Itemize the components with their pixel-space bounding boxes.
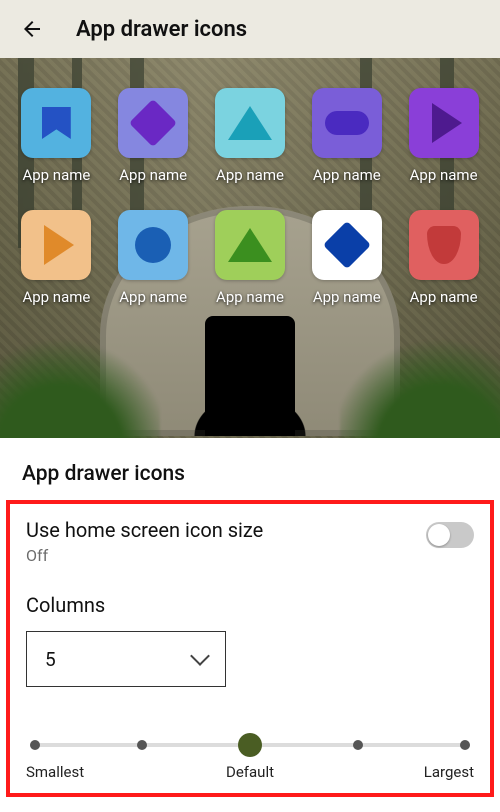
- shield-icon: [427, 226, 461, 264]
- slider-thumb[interactable]: [238, 733, 262, 757]
- diamond-icon: [323, 221, 371, 269]
- app-tile: [118, 210, 188, 280]
- setting-label: Use home screen icon size: [26, 518, 263, 542]
- app-label: App name: [410, 288, 478, 306]
- app-icon[interactable]: App name: [398, 210, 490, 306]
- columns-select[interactable]: 5: [26, 631, 226, 687]
- diamond-icon: [129, 99, 177, 147]
- app-label: App name: [216, 288, 284, 306]
- play-icon: [44, 225, 74, 265]
- arrow-left-icon: [20, 17, 44, 41]
- app-tile: [409, 210, 479, 280]
- app-label: App name: [119, 288, 187, 306]
- preview-area: App nameApp nameApp nameApp nameApp name…: [0, 58, 500, 438]
- columns-value: 5: [45, 648, 56, 671]
- app-tile: [312, 88, 382, 158]
- app-label: App name: [22, 166, 90, 184]
- setting-text: Use home screen icon size Off: [26, 518, 263, 565]
- app-tile: [118, 88, 188, 158]
- app-tile: [312, 210, 382, 280]
- slider-labels: Smallest Default Largest: [26, 763, 474, 781]
- setting-value: Off: [26, 546, 263, 565]
- app-icon[interactable]: App name: [107, 210, 199, 306]
- slider-label-mid: Default: [226, 763, 274, 781]
- slider-label-min: Smallest: [26, 763, 84, 781]
- section-title: App drawer icons: [0, 438, 500, 500]
- app-label: App name: [22, 288, 90, 306]
- app-tile: [21, 210, 91, 280]
- icon-grid: App nameApp nameApp nameApp nameApp name…: [0, 58, 500, 438]
- settings-panel: Use home screen icon size Off Columns 5 …: [6, 500, 494, 797]
- header: App drawer icons: [0, 0, 500, 58]
- setting-use-home-size[interactable]: Use home screen icon size Off: [26, 518, 474, 565]
- bookmark-icon: [38, 107, 74, 139]
- slider-label-max: Largest: [424, 763, 474, 781]
- app-label: App name: [313, 288, 381, 306]
- slider-tick: [460, 740, 470, 750]
- app-tile: [215, 88, 285, 158]
- icon-row: App name App name App name App name App name: [8, 210, 492, 306]
- pill-icon: [325, 111, 369, 135]
- app-tile: [21, 88, 91, 158]
- switch-use-home-size[interactable]: [426, 522, 474, 548]
- triangle-icon: [228, 106, 272, 140]
- app-icon[interactable]: App name: [398, 88, 490, 184]
- back-button[interactable]: [14, 11, 50, 47]
- triangle-icon: [228, 228, 272, 262]
- slider-tick: [30, 740, 40, 750]
- chevron-down-icon: [190, 646, 210, 666]
- app-icon[interactable]: App name: [107, 88, 199, 184]
- icon-size-slider[interactable]: Smallest Default Largest: [26, 727, 474, 787]
- app-label: App name: [410, 166, 478, 184]
- app-tile: [409, 88, 479, 158]
- app-icon[interactable]: App name: [204, 88, 296, 184]
- slider-tick: [353, 740, 363, 750]
- app-tile: [215, 210, 285, 280]
- circle-icon: [135, 227, 171, 263]
- play-icon: [432, 103, 462, 143]
- app-icon[interactable]: App name: [301, 210, 393, 306]
- app-icon[interactable]: App name: [204, 210, 296, 306]
- app-label: App name: [313, 166, 381, 184]
- columns-label: Columns: [26, 593, 474, 617]
- app-icon[interactable]: App name: [10, 88, 102, 184]
- header-title: App drawer icons: [76, 17, 247, 42]
- slider-tick: [137, 740, 147, 750]
- app-label: App name: [216, 166, 284, 184]
- app-icon[interactable]: App name: [301, 88, 393, 184]
- app-icon[interactable]: App name: [10, 210, 102, 306]
- icon-row: App name App name App name App name App name: [8, 88, 492, 184]
- app-label: App name: [119, 166, 187, 184]
